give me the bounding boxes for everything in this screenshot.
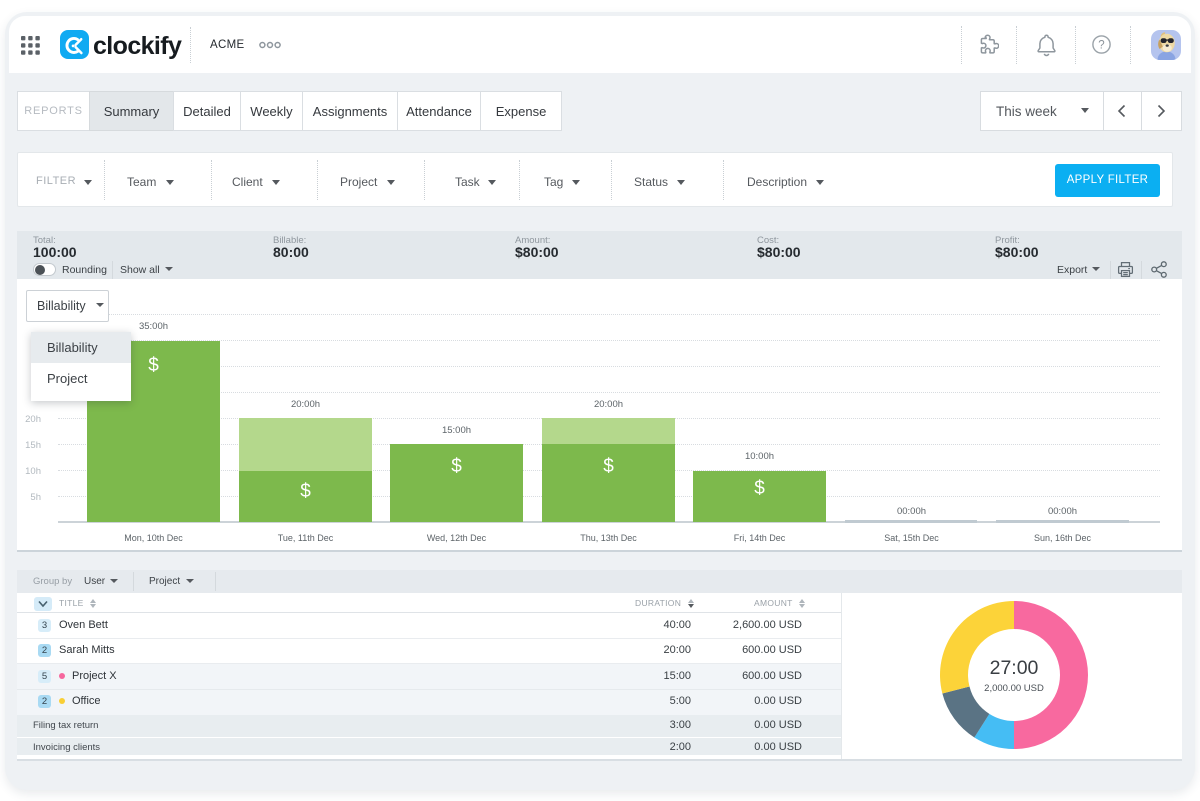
svg-text:?: ? xyxy=(1098,40,1104,52)
